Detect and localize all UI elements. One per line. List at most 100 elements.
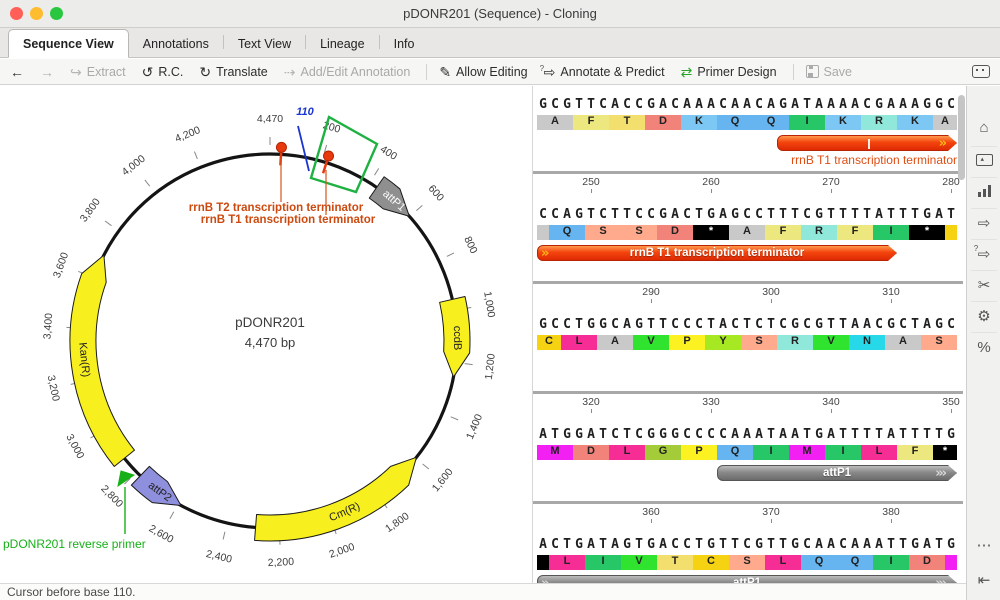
feature-bar-attp1[interactable]: »›attP1: [717, 465, 957, 481]
nucleotide[interactable]: G: [921, 97, 933, 112]
nucleotide[interactable]: G: [561, 427, 573, 442]
nucleotide[interactable]: G: [885, 317, 897, 332]
nucleotide[interactable]: G: [621, 537, 633, 552]
nucleotide[interactable]: C: [729, 317, 741, 332]
sequence-row[interactable]: CCAGTCTTCCGACTGAGCCTTTCGTTTTATTTGATQSSD*…: [533, 201, 963, 311]
nucleotide[interactable]: A: [741, 427, 753, 442]
nucleotide[interactable]: C: [753, 207, 765, 222]
nucleotide[interactable]: T: [897, 537, 909, 552]
nucleotide[interactable]: C: [945, 317, 957, 332]
sequence-row[interactable]: GCGTTCACCGACAAACAACAGATAAAACGAAAGGCAFTDK…: [533, 91, 963, 201]
nucleotide[interactable]: T: [945, 207, 957, 222]
nucleotide[interactable]: C: [549, 97, 561, 112]
nucleotide[interactable]: G: [789, 537, 801, 552]
nucleotide[interactable]: C: [753, 97, 765, 112]
nucleotide[interactable]: A: [933, 207, 945, 222]
nucleotide[interactable]: A: [813, 97, 825, 112]
nucleotide[interactable]: T: [825, 207, 837, 222]
export-arrow-icon[interactable]: ⇨: [967, 216, 1000, 232]
nucleotide[interactable]: G: [537, 317, 549, 332]
nucleotide[interactable]: T: [693, 537, 705, 552]
tab-lineage[interactable]: Lineage: [306, 30, 379, 57]
extract-button[interactable]: ↪Extract: [70, 65, 126, 79]
nucleotide[interactable]: G: [705, 207, 717, 222]
nucleotide[interactable]: G: [633, 317, 645, 332]
nucleotide[interactable]: T: [693, 207, 705, 222]
feature-bar-rrnb-t1-transcription-terminator[interactable]: »: [777, 135, 957, 151]
nucleotide[interactable]: G: [669, 427, 681, 442]
nucleotide[interactable]: A: [825, 97, 837, 112]
nucleotide[interactable]: A: [849, 97, 861, 112]
nucleotide[interactable]: A: [621, 317, 633, 332]
home-icon[interactable]: ⌂: [967, 120, 1000, 136]
nucleotide[interactable]: C: [753, 317, 765, 332]
nucleotide[interactable]: A: [897, 97, 909, 112]
nucleotide[interactable]: T: [573, 97, 585, 112]
nucleotide[interactable]: T: [885, 537, 897, 552]
nucleotide[interactable]: A: [693, 97, 705, 112]
nucleotide[interactable]: C: [801, 317, 813, 332]
nucleotide[interactable]: A: [609, 537, 621, 552]
nucleotide[interactable]: C: [693, 317, 705, 332]
reverse-complement-button[interactable]: ↺R.C.: [142, 65, 184, 79]
nucleotide[interactable]: C: [681, 537, 693, 552]
nucleotide[interactable]: C: [897, 317, 909, 332]
nucleotide[interactable]: T: [621, 427, 633, 442]
dna-sequence-line[interactable]: ACTGATAGTGACCTGTTCGTTGCAACAAATTGATG: [537, 537, 957, 552]
nucleotide[interactable]: A: [861, 537, 873, 552]
nucleotide[interactable]: G: [777, 97, 789, 112]
nucleotide[interactable]: T: [801, 97, 813, 112]
nucleotide[interactable]: C: [693, 427, 705, 442]
nucleotide[interactable]: T: [909, 427, 921, 442]
nucleotide[interactable]: G: [585, 317, 597, 332]
nucleotide[interactable]: T: [705, 317, 717, 332]
collapse-panel-icon[interactable]: ⇤: [967, 573, 1000, 589]
nucleotide[interactable]: A: [849, 317, 861, 332]
nucleotide[interactable]: C: [633, 427, 645, 442]
nucleotide[interactable]: G: [873, 97, 885, 112]
nucleotide[interactable]: C: [861, 97, 873, 112]
nucleotide[interactable]: G: [645, 427, 657, 442]
primer-design-button[interactable]: ⇄Primer Design: [681, 65, 777, 79]
translate-button[interactable]: ↻Translate: [199, 65, 267, 79]
nucleotide[interactable]: T: [765, 317, 777, 332]
nucleotide[interactable]: A: [729, 427, 741, 442]
nucleotide[interactable]: T: [861, 427, 873, 442]
nucleotide[interactable]: T: [645, 317, 657, 332]
nucleotide[interactable]: T: [657, 317, 669, 332]
nucleotide[interactable]: A: [921, 317, 933, 332]
back-button[interactable]: ←: [10, 65, 24, 79]
nucleotide[interactable]: A: [789, 427, 801, 442]
nucleotide[interactable]: A: [813, 537, 825, 552]
nucleotide[interactable]: A: [849, 537, 861, 552]
nucleotide[interactable]: C: [669, 537, 681, 552]
percent-icon[interactable]: %: [967, 340, 1000, 356]
nucleotide[interactable]: T: [837, 317, 849, 332]
nucleotide[interactable]: T: [873, 427, 885, 442]
nucleotide[interactable]: A: [825, 427, 837, 442]
nucleotide[interactable]: G: [921, 207, 933, 222]
tab-sequence-view[interactable]: Sequence View: [8, 29, 129, 58]
nucleotide[interactable]: T: [789, 207, 801, 222]
nucleotide[interactable]: A: [741, 97, 753, 112]
nucleotide[interactable]: C: [717, 427, 729, 442]
nucleotide[interactable]: C: [597, 207, 609, 222]
nucleotide[interactable]: C: [633, 207, 645, 222]
nucleotide[interactable]: A: [825, 537, 837, 552]
nucleotide[interactable]: A: [705, 97, 717, 112]
nucleotide[interactable]: T: [861, 207, 873, 222]
nucleotide[interactable]: C: [741, 207, 753, 222]
nucleotide[interactable]: A: [657, 537, 669, 552]
nucleotide[interactable]: T: [909, 317, 921, 332]
dna-sequence-line[interactable]: GCCTGGCAGTTCCCTACTCTCGCGTTAACGCTAGC: [537, 317, 957, 332]
nucleotide[interactable]: C: [645, 207, 657, 222]
nucleotide[interactable]: A: [885, 97, 897, 112]
nucleotide[interactable]: A: [681, 97, 693, 112]
nucleotide[interactable]: G: [813, 207, 825, 222]
nucleotide[interactable]: T: [885, 207, 897, 222]
nucleotide[interactable]: A: [669, 207, 681, 222]
sequence-panel[interactable]: GCGTTCACCGACAAACAACAGATAAAACGAAAGGCAFTDK…: [533, 86, 963, 583]
save-button[interactable]: Save: [806, 65, 853, 79]
nucleotide[interactable]: T: [825, 317, 837, 332]
nucleotide[interactable]: T: [609, 207, 621, 222]
